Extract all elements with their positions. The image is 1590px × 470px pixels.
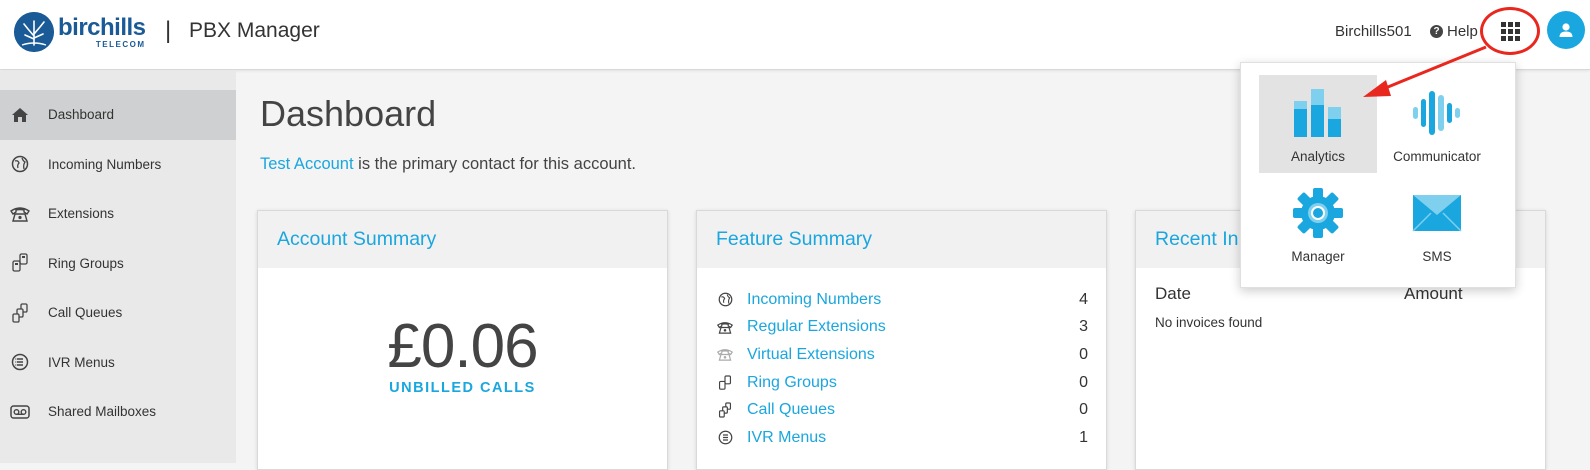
user-avatar-button[interactable] bbox=[1547, 11, 1585, 49]
ring-group-icon bbox=[10, 253, 30, 273]
primary-contact-suffix: is the primary contact for this account. bbox=[353, 155, 637, 173]
question-icon: ? bbox=[1430, 25, 1443, 38]
feature-summary-title: Feature Summary bbox=[697, 211, 1106, 268]
feature-label[interactable]: Ring Groups bbox=[747, 374, 1079, 392]
phone-outline-icon bbox=[717, 347, 733, 363]
feature-count: 1 bbox=[1079, 428, 1088, 446]
ivr-icon bbox=[717, 430, 733, 446]
analytics-icon bbox=[1294, 89, 1341, 137]
grid-icon bbox=[1500, 21, 1520, 41]
home-icon bbox=[10, 105, 30, 125]
feature-row-regular-extensions[interactable]: Regular Extensions 3 bbox=[717, 314, 1088, 342]
feature-label[interactable]: IVR Menus bbox=[747, 429, 1079, 447]
apps-launcher-button[interactable] bbox=[1480, 7, 1540, 55]
feature-label[interactable]: Virtual Extensions bbox=[747, 346, 1079, 364]
logo-name: birchills bbox=[58, 13, 146, 41]
primary-contact-link[interactable]: Test Account bbox=[260, 155, 354, 173]
no-invoices-message: No invoices found bbox=[1155, 315, 1263, 330]
feature-summary-card: Feature Summary Incoming Numbers 4 Regul… bbox=[696, 210, 1107, 470]
call-queue-icon bbox=[717, 402, 733, 418]
phone-icon bbox=[717, 319, 733, 335]
envelope-icon bbox=[1412, 195, 1462, 232]
title-separator: | bbox=[165, 17, 172, 44]
apps-menu-popup: Analytics Communicator Manager SMS bbox=[1240, 62, 1516, 288]
feature-row-ring-groups[interactable]: Ring Groups 0 bbox=[717, 369, 1088, 397]
sidebar-item-shared-mailboxes[interactable]: Shared Mailboxes bbox=[0, 387, 236, 437]
feature-count: 0 bbox=[1079, 373, 1088, 391]
voicemail-icon bbox=[10, 402, 30, 422]
feature-row-ivr-menus[interactable]: IVR Menus 1 bbox=[717, 424, 1088, 452]
sidebar-item-label: Ring Groups bbox=[48, 255, 124, 271]
feature-count: 4 bbox=[1079, 290, 1088, 308]
ivr-icon bbox=[10, 352, 30, 372]
birchills-logo[interactable]: birchills TELECOM bbox=[14, 12, 146, 52]
sidebar-item-extensions[interactable]: Extensions bbox=[0, 189, 236, 239]
account-summary-title: Account Summary bbox=[258, 211, 667, 268]
globe-icon bbox=[717, 292, 733, 308]
username-link[interactable]: Birchills501 bbox=[1335, 23, 1412, 40]
top-bar: birchills TELECOM | PBX Manager Birchill… bbox=[0, 0, 1590, 70]
sidebar-item-dashboard[interactable]: Dashboard bbox=[0, 90, 236, 140]
page-title: Dashboard bbox=[260, 93, 437, 134]
sidebar-item-label: Shared Mailboxes bbox=[48, 404, 157, 420]
account-summary-card: Account Summary £0.06 UNBILLED CALLS bbox=[257, 210, 668, 470]
invoice-date-header: Date bbox=[1155, 284, 1191, 303]
feature-label[interactable]: Regular Extensions bbox=[747, 318, 1079, 336]
tree-logo-icon bbox=[14, 12, 54, 52]
feature-list: Incoming Numbers 4 Regular Extensions 3 … bbox=[717, 286, 1088, 452]
ring-group-icon bbox=[717, 374, 733, 391]
sidebar-item-label: Call Queues bbox=[48, 305, 123, 321]
sidebar-item-incoming-numbers[interactable]: Incoming Numbers bbox=[0, 140, 236, 190]
globe-icon bbox=[10, 154, 30, 174]
sidebar-item-label: Incoming Numbers bbox=[48, 156, 162, 172]
app-label: Analytics bbox=[1290, 149, 1346, 164]
app-title: PBX Manager bbox=[189, 19, 320, 42]
feature-label[interactable]: Incoming Numbers bbox=[747, 291, 1079, 309]
feature-count: 3 bbox=[1079, 318, 1088, 336]
app-label: SMS bbox=[1422, 249, 1452, 264]
phone-icon bbox=[10, 204, 30, 224]
feature-row-incoming-numbers[interactable]: Incoming Numbers 4 bbox=[717, 286, 1088, 314]
feature-count: 0 bbox=[1079, 345, 1088, 363]
feature-row-call-queues[interactable]: Call Queues 0 bbox=[717, 396, 1088, 424]
help-label: Help bbox=[1447, 23, 1478, 40]
help-link[interactable]: ? Help bbox=[1430, 23, 1478, 40]
sidebar-item-call-queues[interactable]: Call Queues bbox=[0, 288, 236, 338]
feature-count: 0 bbox=[1079, 401, 1088, 419]
sidebar-item-label: Dashboard bbox=[48, 107, 115, 123]
sidebar-item-ring-groups[interactable]: Ring Groups bbox=[0, 239, 236, 289]
gear-icon bbox=[1293, 188, 1343, 238]
sidebar-item-label: Extensions bbox=[48, 206, 115, 222]
call-queue-icon bbox=[10, 303, 30, 323]
logo-subtitle: TELECOM bbox=[95, 39, 146, 49]
primary-contact-text: Test Account is the primary contact for … bbox=[260, 155, 636, 174]
app-tile-communicator[interactable]: Communicator bbox=[1378, 75, 1496, 173]
sidebar: Dashboard Incoming Numbers Extensions Ri… bbox=[0, 71, 236, 463]
unbilled-amount: £0.06 bbox=[387, 312, 538, 381]
unbilled-calls-label: UNBILLED CALLS bbox=[389, 380, 536, 396]
app-tile-analytics[interactable]: Analytics bbox=[1259, 75, 1377, 173]
app-label: Manager bbox=[1291, 249, 1345, 264]
app-tile-manager[interactable]: Manager bbox=[1259, 175, 1377, 273]
feature-label[interactable]: Call Queues bbox=[747, 401, 1079, 419]
feature-row-virtual-extensions[interactable]: Virtual Extensions 0 bbox=[717, 341, 1088, 369]
communicator-icon bbox=[1413, 91, 1460, 135]
user-icon bbox=[1559, 23, 1573, 37]
app-label: Communicator bbox=[1393, 149, 1481, 164]
sidebar-item-ivr-menus[interactable]: IVR Menus bbox=[0, 338, 236, 388]
app-tile-sms[interactable]: SMS bbox=[1378, 175, 1496, 273]
sidebar-item-label: IVR Menus bbox=[48, 354, 115, 370]
